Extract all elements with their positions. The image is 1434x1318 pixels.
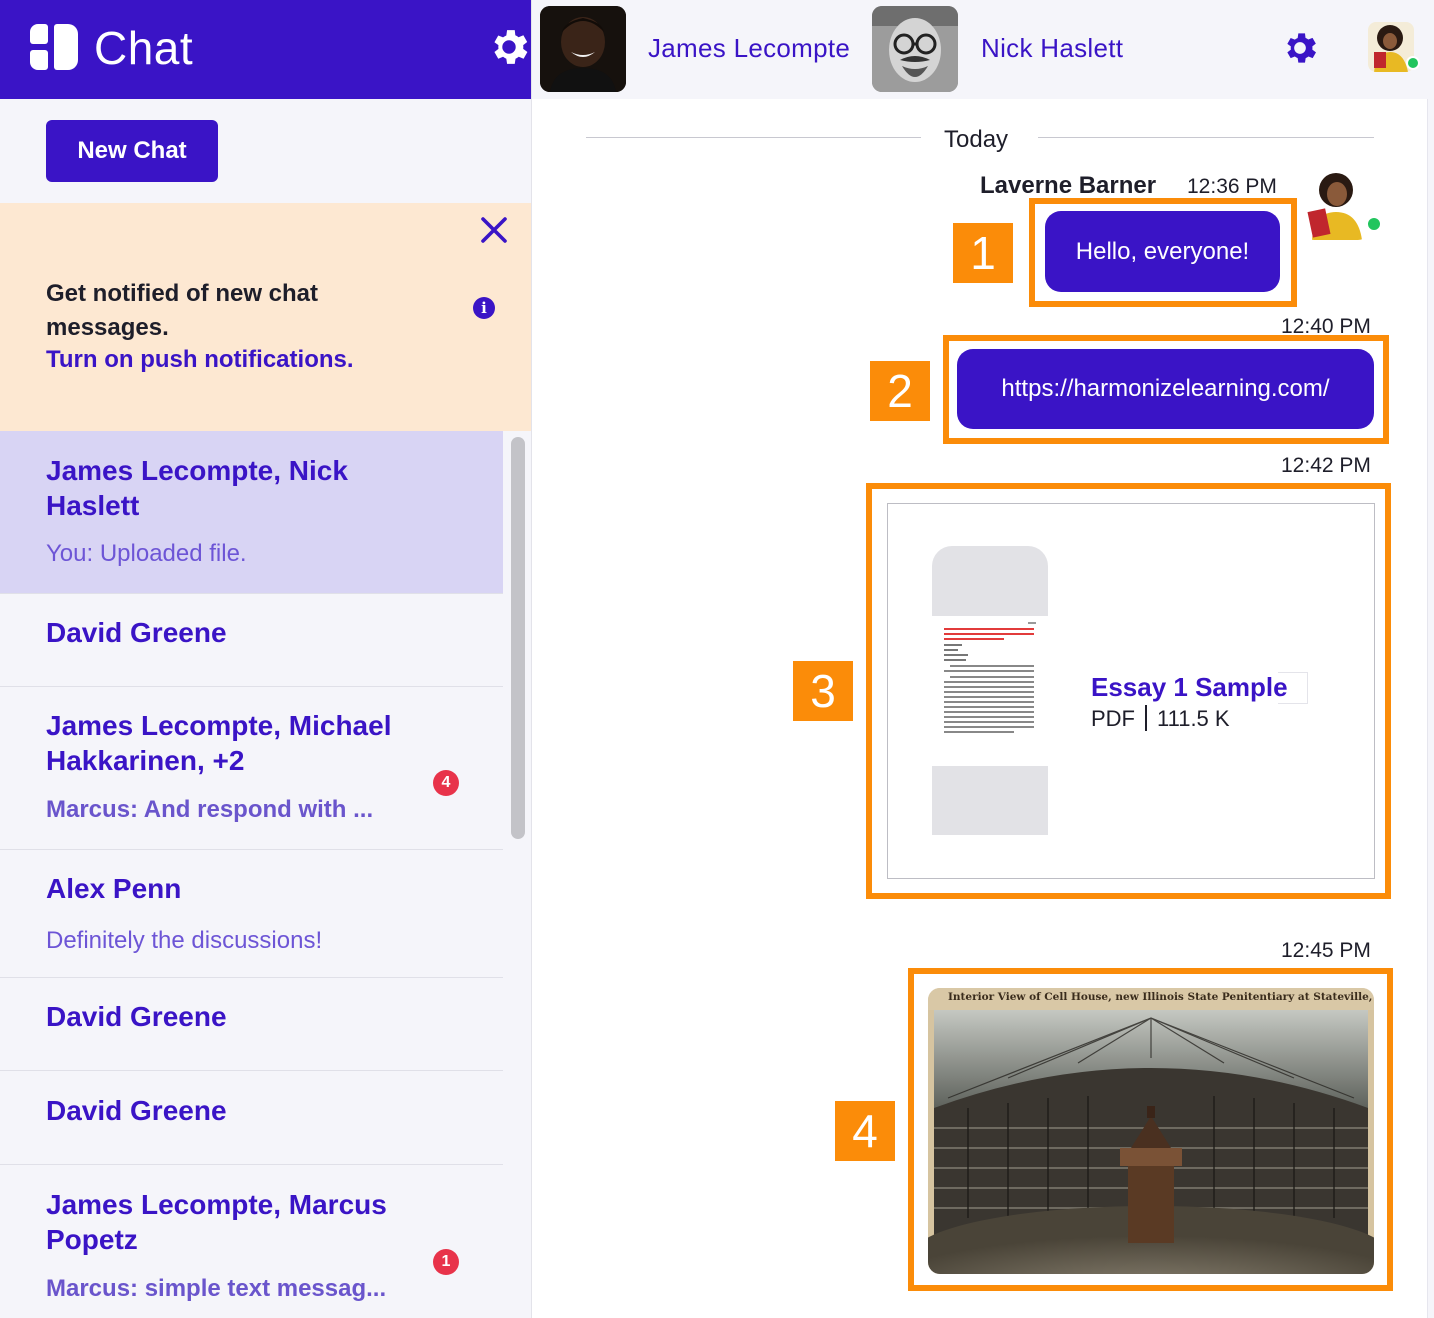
pdf-page-thumbnail	[932, 616, 1048, 766]
app-header: Chat	[0, 0, 532, 99]
conversation-item[interactable]: James Lecompte, Nick Haslett You: Upload…	[0, 431, 503, 594]
sender-avatar[interactable]	[1300, 168, 1372, 240]
close-icon[interactable]	[478, 214, 510, 246]
conversation-item[interactable]: David Greene	[0, 1071, 503, 1165]
online-status-indicator	[1406, 56, 1420, 70]
app-title: Chat	[94, 22, 194, 74]
conversation-name: David Greene	[46, 617, 227, 648]
conversation-preview: You: Uploaded file.	[46, 540, 247, 567]
marker-label: 2	[870, 361, 930, 421]
online-status-indicator	[1366, 216, 1382, 232]
unread-badge: 4	[433, 770, 459, 796]
enable-push-link[interactable]: Turn on push notifications.	[46, 345, 354, 375]
participant-avatar[interactable]	[872, 6, 958, 92]
marker-label: 1	[953, 223, 1013, 283]
conversation-name: David Greene	[46, 1095, 227, 1126]
settings-gear-icon[interactable]	[486, 24, 532, 70]
chat-settings-gear-icon[interactable]	[1280, 28, 1320, 68]
conversation-item[interactable]: Alex Penn Definitely the discussions!	[0, 850, 503, 978]
conversation-name: James Lecompte, Michael Hakkarinen, +2	[46, 710, 392, 776]
conversation-item[interactable]: David Greene	[0, 978, 503, 1071]
conversation-preview: Definitely the discussions!	[46, 927, 323, 954]
marker-label: 3	[793, 661, 853, 721]
message-time: 12:45 PM	[1281, 939, 1371, 962]
link-message-bubble[interactable]: https://harmonizelearning.com/	[957, 349, 1374, 429]
conversation-name: James Lecompte, Nick Haslett	[46, 455, 348, 521]
file-name-chip	[1278, 672, 1308, 704]
participant-name[interactable]: Nick Haslett	[981, 30, 1123, 66]
participant-avatar[interactable]	[540, 6, 626, 92]
conversation-item[interactable]: James Lecompte, Michael Hakkarinen, +2 4…	[0, 687, 503, 850]
conversation-list: James Lecompte, Nick Haslett You: Upload…	[0, 431, 503, 1318]
image-attachment[interactable]: Interior View of Cell House, new Illinoi…	[928, 988, 1374, 1274]
date-divider: Today	[944, 126, 1009, 153]
conversation-preview: Marcus: And respond with ...	[46, 796, 374, 823]
participant-name[interactable]: James Lecompte	[648, 30, 850, 66]
conversation-preview: Marcus: simple text messag...	[46, 1275, 387, 1302]
app-logo-icon	[30, 24, 80, 72]
message-time: 12:42 PM	[1281, 454, 1371, 477]
date-divider-line	[586, 137, 921, 138]
file-name[interactable]: Essay 1 Sample	[1091, 670, 1288, 704]
marker-label: 4	[835, 1101, 895, 1161]
file-thumbnail	[932, 546, 1048, 616]
file-meta: PDF 111.5 K	[1091, 705, 1230, 733]
message-time: 12:36 PM	[1187, 175, 1277, 198]
conversation-item[interactable]: David Greene	[0, 594, 503, 687]
unread-badge: 1	[433, 1249, 459, 1275]
new-chat-button[interactable]: New Chat	[46, 120, 218, 182]
conversation-name: David Greene	[46, 1001, 227, 1032]
conversation-name: Alex Penn	[46, 873, 182, 904]
conversation-name: James Lecompte, Marcus Popetz	[46, 1189, 387, 1255]
date-divider-line	[1038, 137, 1374, 138]
conversation-item[interactable]: James Lecompte, Marcus Popetz 1 Marcus: …	[0, 1165, 503, 1318]
message-pane-edge	[1427, 99, 1434, 1318]
scrollbar-thumb[interactable]	[511, 437, 525, 839]
file-size: 111.5 K	[1157, 706, 1230, 731]
notification-message: Get notified of new chat messages.	[46, 280, 319, 341]
info-icon[interactable]: i	[473, 297, 495, 319]
message-bubble[interactable]: Hello, everyone!	[1045, 211, 1280, 292]
file-thumbnail	[932, 766, 1048, 835]
file-type: PDF	[1091, 706, 1135, 731]
image-caption: Interior View of Cell House, new Illinoi…	[928, 988, 1374, 1010]
sidebar: Chat New Chat Get notified of new chat m…	[0, 0, 532, 1318]
